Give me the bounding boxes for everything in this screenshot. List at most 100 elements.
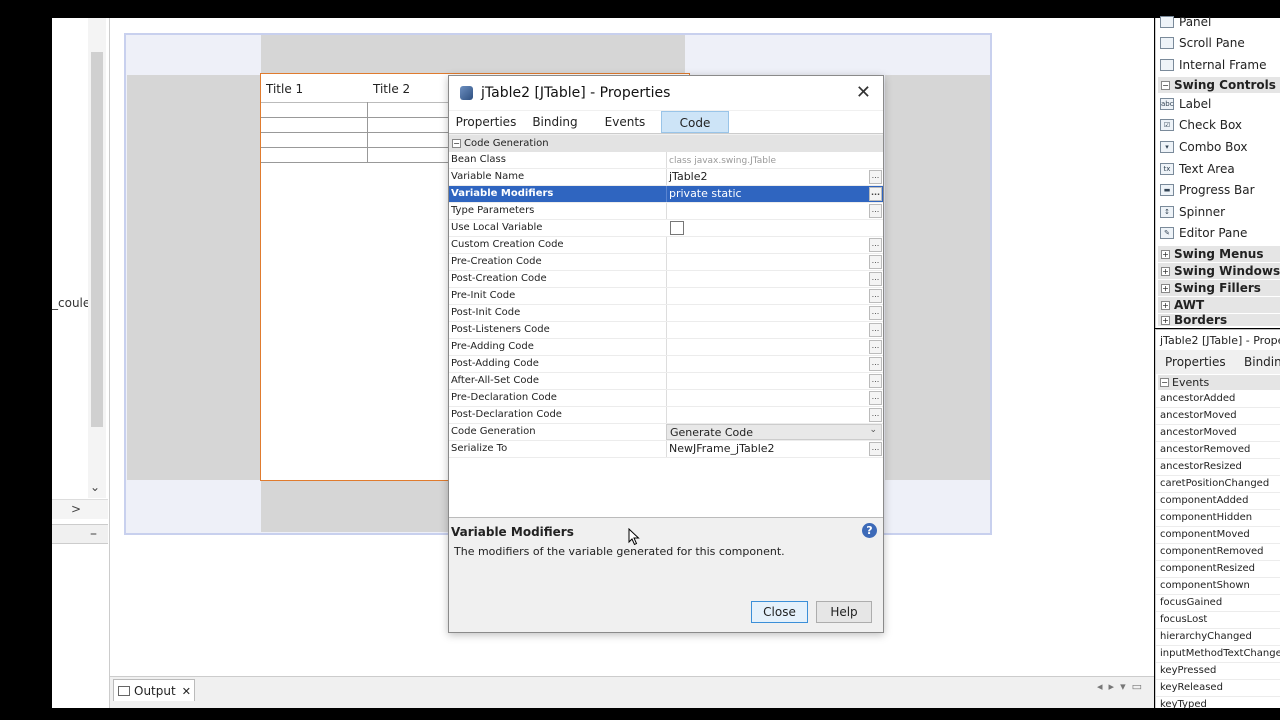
property-row[interactable]: Bean Class class javax.swing.JTable bbox=[449, 152, 883, 169]
property-value[interactable] bbox=[666, 237, 867, 253]
ellipsis-button[interactable]: ... bbox=[869, 272, 882, 286]
event-row[interactable]: componentRemoved bbox=[1156, 544, 1280, 561]
property-row[interactable]: Pre-Declaration Code... bbox=[449, 390, 883, 407]
property-row[interactable]: Post-Listeners Code... bbox=[449, 322, 883, 339]
output-tab[interactable]: Output ✕ bbox=[113, 679, 195, 701]
property-value[interactable] bbox=[666, 390, 867, 406]
palette-item-scroll-pane[interactable]: Scroll Pane bbox=[1160, 33, 1245, 53]
chevron-down-icon[interactable]: ⌄ bbox=[90, 480, 100, 494]
code-generation-select[interactable]: Generate Code ⌄ bbox=[666, 424, 882, 440]
navigator-horizontal-scrollbar[interactable]: > bbox=[52, 499, 108, 519]
event-row[interactable]: keyPressed bbox=[1156, 663, 1280, 680]
palette-category-swing-fillers[interactable]: + Swing Fillers bbox=[1158, 280, 1280, 296]
palette-item-internal-frame[interactable]: Internal Frame bbox=[1160, 55, 1266, 75]
ellipsis-button[interactable]: ... bbox=[869, 255, 882, 269]
property-value[interactable] bbox=[666, 373, 867, 389]
event-row[interactable]: hierarchyChanged bbox=[1156, 629, 1280, 646]
event-row[interactable]: componentAdded bbox=[1156, 493, 1280, 510]
close-icon[interactable]: ✕ bbox=[182, 685, 191, 698]
tab-properties[interactable]: Properties bbox=[1165, 355, 1226, 369]
tab-events[interactable]: Events bbox=[589, 111, 661, 133]
property-row[interactable]: Code Generation Generate Code ⌄ bbox=[449, 424, 883, 441]
palette-item-combo-box[interactable]: ▾ Combo Box bbox=[1160, 137, 1248, 157]
ellipsis-button[interactable]: ... bbox=[869, 306, 882, 320]
ellipsis-button[interactable]: ... bbox=[869, 289, 882, 303]
help-button[interactable]: Help bbox=[816, 601, 872, 623]
tab-binding[interactable]: Binding bbox=[1244, 355, 1280, 369]
event-row[interactable]: componentShown bbox=[1156, 578, 1280, 595]
navigator-vertical-scrollbar[interactable]: ⌄ bbox=[88, 18, 106, 498]
property-value[interactable] bbox=[666, 254, 867, 270]
event-row[interactable]: focusGained bbox=[1156, 595, 1280, 612]
palette-item-check-box[interactable]: ☑ Check Box bbox=[1160, 115, 1242, 135]
use-local-variable-checkbox[interactable] bbox=[670, 221, 684, 235]
property-row[interactable]: Post-Init Code... bbox=[449, 305, 883, 322]
tab-code[interactable]: Code bbox=[661, 111, 729, 133]
property-row[interactable]: Variable Modifiers private static... bbox=[449, 186, 883, 203]
property-row[interactable]: Pre-Adding Code... bbox=[449, 339, 883, 356]
property-row[interactable]: Post-Adding Code... bbox=[449, 356, 883, 373]
palette-category-swing-menus[interactable]: + Swing Menus bbox=[1158, 246, 1280, 262]
ellipsis-button[interactable]: ... bbox=[869, 170, 882, 184]
property-value[interactable] bbox=[666, 305, 867, 321]
events-section-header[interactable]: − Events bbox=[1158, 375, 1280, 390]
property-value[interactable] bbox=[666, 322, 867, 338]
chevron-down-icon[interactable]: ⌄ bbox=[869, 425, 877, 435]
tab-properties[interactable]: Properties bbox=[449, 111, 523, 133]
event-row[interactable]: componentResized bbox=[1156, 561, 1280, 578]
panel-minimize-bar[interactable]: – bbox=[52, 524, 108, 544]
event-row[interactable]: inputMethodTextChanged bbox=[1156, 646, 1280, 663]
scroll-thumb[interactable] bbox=[91, 52, 103, 427]
palette-item-text-area[interactable]: tx Text Area bbox=[1160, 159, 1235, 179]
ellipsis-button[interactable]: ... bbox=[869, 408, 882, 422]
palette-item-label[interactable]: abc Label bbox=[1160, 94, 1211, 114]
event-row[interactable]: caretPositionChanged bbox=[1156, 476, 1280, 493]
ellipsis-button[interactable]: ... bbox=[869, 391, 882, 405]
property-row[interactable]: Type Parameters... bbox=[449, 203, 883, 220]
palette-category-swing-controls[interactable]: − Swing Controls bbox=[1158, 77, 1280, 93]
property-value[interactable]: private static bbox=[666, 186, 867, 202]
code-generation-section[interactable]: − Code Generation bbox=[449, 135, 883, 152]
chevron-right-icon[interactable]: > bbox=[71, 502, 81, 516]
property-value[interactable]: NewJFrame_jTable2 bbox=[666, 441, 867, 457]
ellipsis-button[interactable]: ... bbox=[869, 357, 882, 371]
palette-item-panel[interactable]: Panel bbox=[1160, 12, 1211, 32]
property-row[interactable]: Variable Name jTable2... bbox=[449, 169, 883, 186]
event-row[interactable]: componentHidden bbox=[1156, 510, 1280, 527]
event-row[interactable]: ancestorAdded bbox=[1156, 391, 1280, 408]
property-value[interactable] bbox=[666, 339, 867, 355]
property-row[interactable]: Custom Creation Code... bbox=[449, 237, 883, 254]
ellipsis-button[interactable]: ... bbox=[869, 374, 882, 388]
window-controls[interactable]: ◂▸▾▭ bbox=[1097, 680, 1148, 693]
palette-item-spinner[interactable]: ↕ Spinner bbox=[1160, 202, 1225, 222]
palette-category-borders[interactable]: + Borders bbox=[1158, 314, 1280, 326]
event-row[interactable]: ancestorMoved bbox=[1156, 425, 1280, 442]
palette-item-editor-pane[interactable]: ✎ Editor Pane bbox=[1160, 223, 1247, 243]
table-column-header[interactable]: Title 2 bbox=[373, 82, 410, 96]
help-icon[interactable]: ? bbox=[862, 523, 877, 538]
ellipsis-button[interactable]: ... bbox=[869, 442, 882, 456]
property-row[interactable]: Post-Declaration Code... bbox=[449, 407, 883, 424]
property-value[interactable] bbox=[666, 356, 867, 372]
palette-category-swing-windows[interactable]: + Swing Windows bbox=[1158, 263, 1280, 279]
ellipsis-button[interactable]: ... bbox=[869, 238, 882, 252]
event-row[interactable]: componentMoved bbox=[1156, 527, 1280, 544]
dialog-titlebar[interactable]: jTable2 [JTable] - Properties ✕ bbox=[449, 76, 883, 110]
palette-category-awt[interactable]: + AWT bbox=[1158, 297, 1280, 313]
property-row[interactable]: Use Local Variable bbox=[449, 220, 883, 237]
ellipsis-button[interactable]: ... bbox=[869, 323, 882, 337]
palette-item-progress-bar[interactable]: ▬ Progress Bar bbox=[1160, 180, 1255, 200]
ellipsis-button[interactable]: ... bbox=[869, 187, 882, 201]
property-row[interactable]: Post-Creation Code... bbox=[449, 271, 883, 288]
property-value[interactable] bbox=[666, 271, 867, 287]
event-row[interactable]: keyReleased bbox=[1156, 680, 1280, 697]
property-value[interactable] bbox=[666, 203, 867, 219]
property-value[interactable] bbox=[666, 407, 867, 423]
property-value[interactable]: jTable2 bbox=[666, 169, 867, 185]
ellipsis-button[interactable]: ... bbox=[869, 204, 882, 218]
close-button[interactable]: Close bbox=[751, 601, 808, 623]
tab-binding[interactable]: Binding bbox=[523, 111, 587, 133]
event-row[interactable]: focusLost bbox=[1156, 612, 1280, 629]
event-row[interactable]: ancestorMoved bbox=[1156, 408, 1280, 425]
event-row[interactable]: ancestorRemoved bbox=[1156, 442, 1280, 459]
